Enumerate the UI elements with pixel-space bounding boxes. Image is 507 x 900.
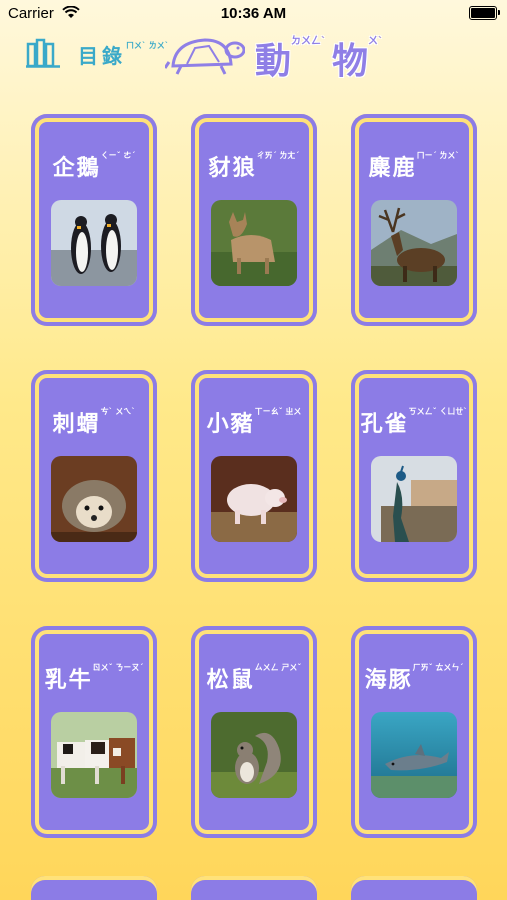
animal-name-text: 企鵝 <box>52 156 101 181</box>
page-title: 動ㄉㄨㄥˋ 物ㄨˋ <box>255 32 389 84</box>
animal-name-text: 小豬 <box>206 412 255 437</box>
animal-name: 孔雀ㄎㄨㄥˇ ㄑㄩㄝˋ <box>351 406 477 438</box>
animal-card-dolphin[interactable]: 海豚ㄏㄞˇ ㄊㄨㄣˊ <box>351 626 477 838</box>
animal-card-peacock[interactable]: 孔雀ㄎㄨㄥˇ ㄑㄩㄝˋ <box>351 370 477 582</box>
turtle-logo-icon <box>163 34 246 80</box>
animal-name: 乳牛ㄖㄨˇ ㄋㄧㄡˊ <box>31 662 157 694</box>
animal-name: 海豚ㄏㄞˇ ㄊㄨㄣˊ <box>351 662 477 694</box>
animal-card-partial[interactable] <box>31 876 157 900</box>
animal-name-text: 刺蝟 <box>52 412 101 437</box>
catalog-zhuyin: ㄇㄨˋ ㄌㄨˋ <box>126 41 169 50</box>
jackal-photo <box>211 200 297 286</box>
animal-name: 企鵝ㄑㄧˇ ㄜˊ <box>31 150 157 182</box>
animal-zhuyin: ㄖㄨˇ ㄋㄧㄡˊ <box>92 663 144 672</box>
animal-name: 松鼠ㄙㄨㄥ ㄕㄨˇ <box>191 662 317 694</box>
clock: 10:36 AM <box>220 5 287 22</box>
peacock-photo <box>371 456 457 542</box>
animal-zhuyin: ㄏㄞˇ ㄊㄨㄣˊ <box>412 663 464 672</box>
animal-name-text: 海豚 <box>364 668 413 693</box>
animal-name-text: 豺狼 <box>208 156 257 181</box>
animal-zhuyin: ㄑㄧˇ ㄜˊ <box>100 151 136 160</box>
animal-zhuyin: ㄘˋ ㄨㄟˋ <box>100 407 136 416</box>
animal-name-text: 松鼠 <box>206 668 255 693</box>
animal-card-jackal[interactable]: 豺狼ㄔㄞˊ ㄌㄤˊ <box>191 114 317 326</box>
dolphin-photo <box>371 712 457 798</box>
app-header: 目錄ㄇㄨˋ ㄌㄨˋ 動ㄉㄨㄥˋ 物ㄨˋ <box>0 28 507 84</box>
penguin-photo <box>51 200 137 286</box>
animal-name: 豺狼ㄔㄞˊ ㄌㄤˊ <box>191 150 317 182</box>
animal-card-cow[interactable]: 乳牛ㄖㄨˇ ㄋㄧㄡˊ <box>31 626 157 838</box>
animal-zhuyin: ㄇㄧˊ ㄌㄨˋ <box>416 151 460 160</box>
hedgehog-photo <box>51 456 137 542</box>
animal-card-piglet[interactable]: 小豬ㄒㄧㄠˇ ㄓㄨ <box>191 370 317 582</box>
animal-zhuyin: ㄒㄧㄠˇ ㄓㄨ <box>254 407 302 416</box>
animal-name: 刺蝟ㄘˋ ㄨㄟˋ <box>31 406 157 438</box>
cow-photo <box>51 712 137 798</box>
title-char-2: 物 <box>332 41 369 82</box>
animal-name-text: 麋鹿 <box>368 156 417 181</box>
animal-name: 麋鹿ㄇㄧˊ ㄌㄨˋ <box>351 150 477 182</box>
animal-zhuyin: ㄙㄨㄥ ㄕㄨˇ <box>254 663 302 672</box>
animal-zhuyin: ㄎㄨㄥˇ ㄑㄩㄝˋ <box>408 407 468 416</box>
animal-name-text: 孔雀 <box>360 412 409 437</box>
books-icon[interactable] <box>26 38 62 72</box>
title-char-1: 動 <box>255 41 292 82</box>
title-zhuyin-2: ㄨˋ <box>368 36 384 47</box>
squirrel-photo <box>211 712 297 798</box>
catalog-button[interactable]: 目錄ㄇㄨˋ ㄌㄨˋ <box>78 40 169 69</box>
piglet-photo <box>211 456 297 542</box>
animal-card-penguin[interactable]: 企鵝ㄑㄧˇ ㄜˊ <box>31 114 157 326</box>
animal-card-squirrel[interactable]: 松鼠ㄙㄨㄥ ㄕㄨˇ <box>191 626 317 838</box>
animal-card-hedgehog[interactable]: 刺蝟ㄘˋ ㄨㄟˋ <box>31 370 157 582</box>
animal-card-elk[interactable]: 麋鹿ㄇㄧˊ ㄌㄨˋ <box>351 114 477 326</box>
battery-icon <box>469 6 500 20</box>
animal-name-text: 乳牛 <box>44 668 93 693</box>
elk-photo <box>371 200 457 286</box>
catalog-label: 目錄 <box>78 44 126 68</box>
animal-card-partial[interactable] <box>191 876 317 900</box>
animal-name: 小豬ㄒㄧㄠˇ ㄓㄨ <box>191 406 317 438</box>
animal-zhuyin: ㄔㄞˊ ㄌㄤˊ <box>256 151 300 160</box>
title-zhuyin-1: ㄉㄨㄥˋ <box>291 36 327 47</box>
status-bar: Carrier 10:36 AM <box>0 0 507 28</box>
animal-card-partial[interactable] <box>351 876 477 900</box>
